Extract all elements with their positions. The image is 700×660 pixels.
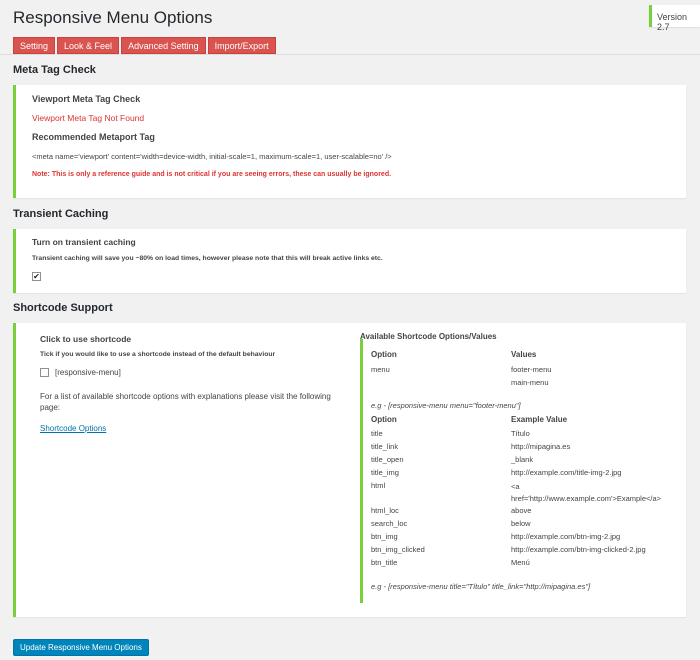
table2-option: btn_title <box>371 558 398 567</box>
shortcode-support-heading: Shortcode Support <box>13 302 113 314</box>
table2-option: search_loc <box>371 519 408 528</box>
transient-caching-checkbox[interactable]: ✔ <box>32 272 41 281</box>
table2-value: _blank <box>511 455 534 464</box>
shortcode-checkbox[interactable] <box>40 368 49 377</box>
shortcode-label: Click to use shortcode <box>40 334 132 344</box>
shortcode-support-panel: Click to use shortcode Tick if you would… <box>13 323 686 617</box>
transient-caching-heading: Transient Caching <box>13 208 109 220</box>
table2-option: title_link <box>371 442 399 451</box>
recommended-tag-label: Recommended Metaport Tag <box>32 132 155 142</box>
table2-value: above <box>511 506 532 515</box>
shortcode-options-box: Option Values menu footer-menu main-menu… <box>360 339 663 603</box>
table1-value: footer-menu <box>511 365 552 374</box>
table2-option: title <box>371 429 383 438</box>
shortcode-info-text: For a list of available shortcode option… <box>40 392 331 412</box>
table1-value: main-menu <box>511 378 549 387</box>
divider <box>0 54 700 55</box>
table2-value: http://example.com/btn-img-2.jpg <box>511 532 621 541</box>
viewport-check-label: Viewport Meta Tag Check <box>32 94 141 104</box>
table1-header-values: Values <box>511 350 537 359</box>
table2-option: html_loc <box>371 506 399 515</box>
shortcode-options-link[interactable]: Shortcode Options <box>40 424 106 433</box>
tab-setting[interactable]: Setting <box>13 37 56 54</box>
page-title: Responsive Menu Options <box>13 8 213 27</box>
table2-value: http://mipagina.es <box>511 442 571 451</box>
tab-bar: Setting Look & Feel Advanced Setting Imp… <box>13 37 276 54</box>
tab-look-and-feel[interactable]: Look & Feel <box>57 37 120 54</box>
table1-option-menu: menu <box>371 365 390 374</box>
transient-caching-panel: Turn on transient caching Transient cach… <box>13 229 686 293</box>
transient-caching-label: Turn on transient caching <box>32 237 136 247</box>
example-2: e.g - [responsive-menu title="Título" ti… <box>371 582 591 591</box>
table2-value: below <box>511 519 531 528</box>
table2-option: html <box>371 481 386 490</box>
table1-header-option: Option <box>371 350 397 359</box>
table2-value: Menú <box>511 558 530 567</box>
shortcode-description: Tick if you would like to use a shortcod… <box>40 351 276 358</box>
reference-note: Note: This is only a reference guide and… <box>32 171 392 178</box>
table2-value: <a href='http://www.example.com'>Example… <box>511 482 662 503</box>
tab-advanced-setting[interactable]: Advanced Setting <box>121 37 206 54</box>
table2-value: http://example.com/btn-img-clicked-2.jpg <box>511 545 646 554</box>
tab-import-export[interactable]: Import/Export <box>207 37 276 54</box>
table2-option: btn_img <box>371 532 398 541</box>
table2-value: http://example.com/title-img-2.jpg <box>511 468 622 477</box>
shortcode-checkbox-label: [responsive-menu] <box>55 368 121 377</box>
recommended-tag-code: <meta name='viewport' content='width=dev… <box>32 152 392 161</box>
table2-header-option: Option <box>371 415 397 424</box>
meta-tag-check-panel: Viewport Meta Tag Check Viewport Meta Ta… <box>13 85 686 198</box>
table2-option: btn_img_clicked <box>371 545 425 554</box>
update-options-button[interactable]: Update Responsive Menu Options <box>13 639 149 656</box>
viewport-status: Viewport Meta Tag Not Found <box>32 113 145 123</box>
table2-header-example: Example Value <box>511 415 568 424</box>
table2-option: title_img <box>371 468 399 477</box>
meta-tag-check-heading: Meta Tag Check <box>13 64 96 76</box>
example-1: e.g - [responsive-menu menu="footer-menu… <box>371 401 521 410</box>
table2-value: Título <box>511 429 530 438</box>
transient-caching-description: Transient caching will save you ~80% on … <box>32 255 383 262</box>
version-badge: Version 2.7 <box>649 5 700 32</box>
table2-option: title_open <box>371 455 404 464</box>
